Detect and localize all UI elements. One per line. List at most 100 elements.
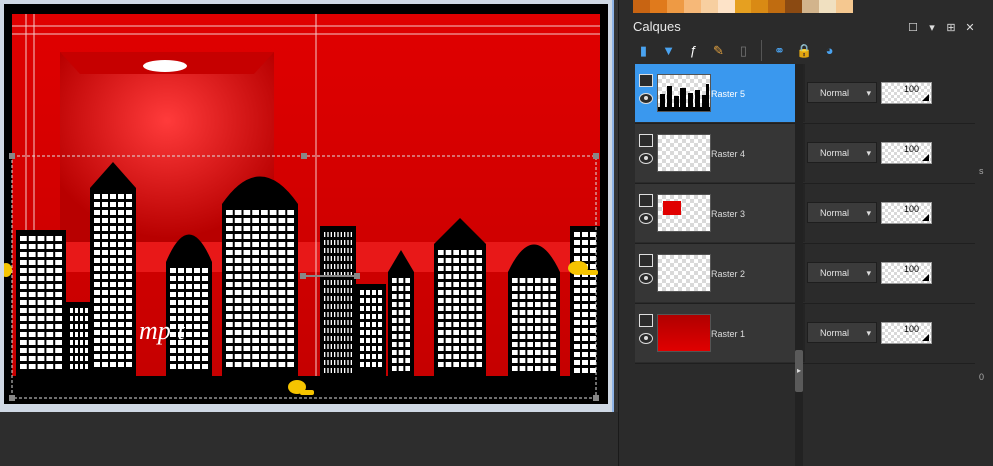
layer-item[interactable]: Raster 5 — [635, 64, 795, 122]
palette-swatch[interactable] — [717, 0, 735, 13]
window — [334, 328, 336, 333]
window — [405, 318, 410, 323]
layer-row[interactable]: Raster 3 Normal 100 — [635, 184, 975, 244]
window — [527, 358, 533, 363]
layer-type-icon[interactable] — [639, 74, 653, 87]
rotate-handle[interactable] — [354, 273, 360, 279]
window — [202, 340, 208, 345]
window — [37, 316, 45, 321]
visibility-eye-icon[interactable] — [639, 213, 653, 224]
handle-bottom-right[interactable] — [593, 395, 599, 401]
new-vector-layer-icon[interactable]: ▼ — [658, 40, 679, 61]
window — [453, 266, 459, 271]
palette-swatch[interactable] — [666, 0, 684, 13]
blend-mode-dropdown[interactable]: Normal — [807, 202, 877, 224]
palette-swatch[interactable] — [819, 0, 837, 13]
palette-swatch[interactable] — [734, 0, 752, 13]
window — [46, 356, 54, 361]
handle-bottom-left[interactable] — [9, 395, 15, 401]
window — [126, 330, 132, 335]
layer-row[interactable]: Raster 1 Normal 100 — [635, 304, 975, 364]
visibility-eye-icon[interactable] — [639, 333, 653, 344]
color-palette-strip[interactable] — [633, 0, 853, 13]
window — [186, 340, 192, 345]
window — [102, 274, 108, 279]
palette-icon[interactable]: ◕ — [819, 40, 840, 61]
mask-icon[interactable]: ▯ — [733, 40, 754, 61]
palette-swatch[interactable] — [633, 0, 650, 13]
window — [340, 360, 342, 365]
opacity-field[interactable]: 100 — [881, 202, 932, 224]
window — [28, 276, 36, 281]
window — [252, 274, 259, 279]
link-icon[interactable]: ⚭ — [769, 40, 790, 61]
window — [234, 226, 242, 231]
window — [340, 296, 342, 301]
image-workspace[interactable]: mp t — [0, 0, 618, 466]
lock-icon[interactable]: 🔒 — [794, 40, 815, 61]
palette-swatch[interactable] — [802, 0, 820, 13]
opacity-field[interactable]: 100 — [881, 322, 932, 344]
window — [453, 330, 459, 335]
palette-swatch[interactable] — [768, 0, 786, 13]
visibility-eye-icon[interactable] — [639, 93, 653, 104]
panel-menu-icon[interactable]: ▾ — [926, 21, 938, 34]
window — [28, 340, 36, 345]
window — [46, 332, 54, 337]
handle-top-right[interactable] — [593, 153, 599, 159]
handle-top-center[interactable] — [301, 153, 307, 159]
window — [519, 334, 526, 339]
layer-row[interactable]: Raster 5 Normal 100 — [635, 64, 975, 124]
image-canvas[interactable]: mp t — [4, 4, 608, 404]
blend-mode-dropdown[interactable]: Normal — [807, 262, 877, 284]
opacity-field[interactable]: 100 — [881, 262, 932, 284]
window — [350, 336, 352, 341]
handle-top-left[interactable] — [9, 153, 15, 159]
layer-item[interactable]: Raster 2 — [635, 244, 795, 302]
opacity-field[interactable]: 100 — [881, 142, 932, 164]
layer-item[interactable]: Raster 4 — [635, 124, 795, 182]
layer-item[interactable]: Raster 1 — [635, 304, 795, 362]
layer-type-icon[interactable] — [639, 254, 653, 267]
window — [347, 328, 349, 333]
blend-mode-dropdown[interactable]: Normal — [807, 142, 877, 164]
layer-type-icon[interactable] — [639, 314, 653, 327]
layer-row[interactable]: Raster 2 Normal 100 — [635, 244, 975, 304]
opacity-field[interactable]: 100 — [881, 82, 932, 104]
palette-swatch[interactable] — [683, 0, 701, 13]
window — [186, 308, 192, 313]
window — [234, 346, 242, 351]
visibility-eye-icon[interactable] — [639, 273, 653, 284]
palette-swatch[interactable] — [751, 0, 769, 13]
palette-swatch[interactable] — [700, 0, 718, 13]
window — [261, 250, 268, 255]
window — [334, 312, 336, 317]
pivot-handle[interactable] — [300, 273, 306, 279]
window — [535, 286, 541, 291]
new-raster-layer-icon[interactable]: ▮ — [633, 40, 654, 61]
paint-brush-icon[interactable]: ✎ — [708, 40, 729, 61]
layer-item[interactable]: Raster 3 — [635, 184, 795, 242]
layer-type-icon[interactable] — [639, 194, 653, 207]
float-panel-icon[interactable]: ☐ — [907, 21, 919, 34]
window — [20, 300, 27, 305]
palette-swatch[interactable] — [649, 0, 667, 13]
window — [194, 300, 200, 305]
window — [269, 298, 277, 303]
layer-row[interactable]: Raster 4 Normal 100 — [635, 124, 975, 184]
close-icon[interactable]: ✕ — [964, 21, 976, 34]
blend-mode-dropdown[interactable]: Normal — [807, 322, 877, 344]
fx-effects-icon[interactable]: ƒ — [683, 40, 704, 61]
visibility-eye-icon[interactable] — [639, 153, 653, 164]
window — [226, 242, 233, 247]
splitter-grip[interactable]: ▸ — [795, 350, 803, 392]
panel-splitter[interactable] — [795, 64, 803, 466]
window — [110, 242, 116, 247]
pin-panel-icon[interactable]: ⊞ — [945, 21, 957, 34]
blend-mode-dropdown[interactable]: Normal — [807, 82, 877, 104]
window — [178, 292, 184, 297]
palette-swatch[interactable] — [836, 0, 853, 13]
palette-swatch[interactable] — [785, 0, 803, 13]
layer-type-icon[interactable] — [639, 134, 653, 147]
window — [102, 290, 108, 295]
